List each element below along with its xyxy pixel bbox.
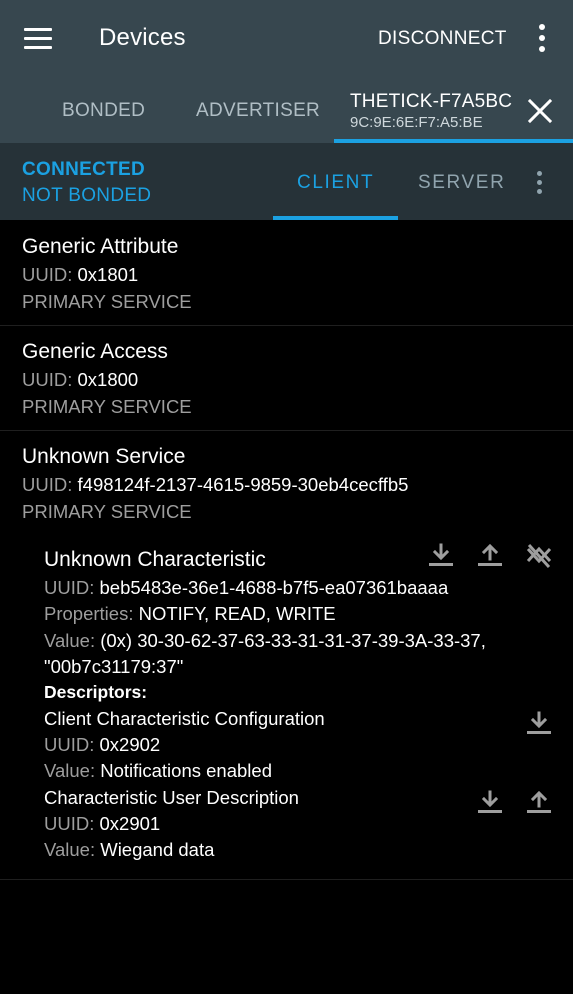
upload-icon[interactable] [524,788,554,818]
characteristic-value: Value: (0x) 30-30-62-37-63-33-31-31-37-3… [44,630,486,651]
app-bar: Devices DISCONNECT BONDED ADVERTISER THE… [0,0,573,143]
tab-client[interactable]: CLIENT [297,172,374,194]
descriptor-value: Value: Wiegand data [44,839,215,860]
divider [0,879,573,880]
service-name: Unknown Service [22,445,186,468]
disconnect-button[interactable]: DISCONNECT [378,28,507,50]
service-uuid: UUID: 0x1801 [22,264,139,285]
connection-bar: CONNECTED NOT BONDED CLIENT SERVER [0,143,573,220]
characteristic-item[interactable]: Unknown Characteristic UUID: beb5483e-36… [0,535,573,879]
notifications-off-icon[interactable] [524,541,554,571]
tab-server[interactable]: SERVER [418,172,505,194]
characteristic-uuid: UUID: beb5483e-36e1-4688-b7f5-ea07361baa… [44,577,449,598]
download-icon[interactable] [475,788,505,818]
more-vert-icon[interactable] [532,24,552,54]
service-type: PRIMARY SERVICE [22,396,192,417]
toolbar: Devices DISCONNECT [0,0,573,80]
device-name: THETICK-F7A5BC [350,91,513,112]
characteristic-name: Unknown Characteristic [44,548,266,571]
tab-advertiser[interactable]: ADVERTISER [196,100,320,122]
bond-status: NOT BONDED [22,185,152,206]
download-icon[interactable] [524,709,554,739]
menu-icon[interactable] [24,28,52,50]
more-vert-icon[interactable] [530,169,550,197]
upload-icon[interactable] [475,541,505,571]
descriptors-heading: Descriptors: [44,682,148,702]
download-icon[interactable] [426,541,456,571]
connection-status: CONNECTED [22,159,146,180]
service-item[interactable]: Generic Attribute UUID: 0x1801 PRIMARY S… [0,220,573,325]
descriptor-name: Client Characteristic Configuration [44,708,325,729]
page-title: Devices [99,24,186,51]
service-name: Generic Attribute [22,235,179,258]
service-type: PRIMARY SERVICE [22,291,192,312]
characteristic-value-string: "00b7c31179:37" [44,656,184,677]
characteristic-properties: Properties: NOTIFY, READ, WRITE [44,603,336,624]
tab-bonded[interactable]: BONDED [62,100,145,122]
device-address: 9C:9E:6E:F7:A5:BE [350,114,483,131]
service-type: PRIMARY SERVICE [22,501,192,522]
service-uuid: UUID: 0x1800 [22,369,139,390]
descriptor-value: Value: Notifications enabled [44,760,272,781]
service-item[interactable]: Unknown Service UUID: f498124f-2137-4615… [0,431,573,535]
close-icon[interactable] [527,98,553,124]
descriptor-uuid: UUID: 0x2902 [44,734,161,755]
service-item[interactable]: Generic Access UUID: 0x1800 PRIMARY SERV… [0,326,573,430]
service-uuid: UUID: f498124f-2137-4615-9859-30eb4cecff… [22,474,409,495]
descriptor-name: Characteristic User Description [44,787,299,808]
service-name: Generic Access [22,340,168,363]
descriptor-uuid: UUID: 0x2901 [44,813,161,834]
device-tabs: BONDED ADVERTISER THETICK-F7A5BC 9C:9E:6… [0,80,573,143]
